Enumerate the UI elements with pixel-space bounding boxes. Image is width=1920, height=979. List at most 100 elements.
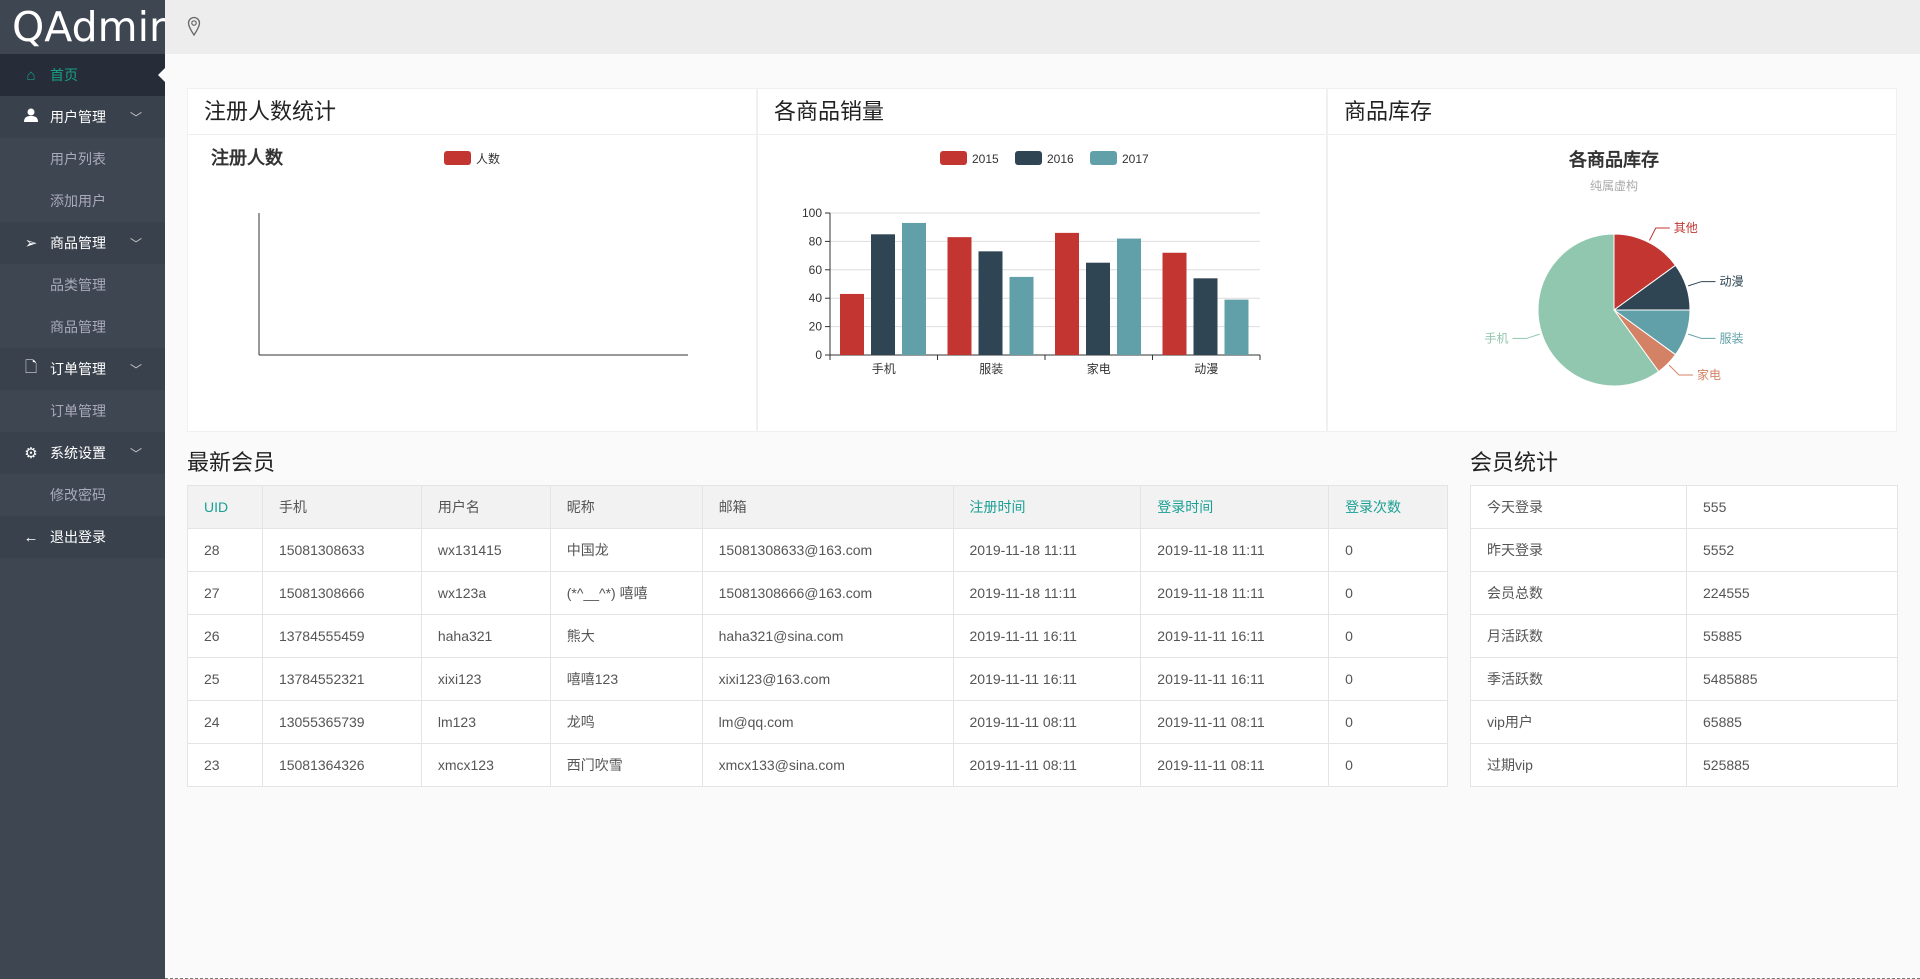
x-tick-label: 手机 [872,362,896,376]
chart-title: 注册人数 [211,147,284,168]
bar [1117,239,1141,355]
table-cell: 2019-11-11 08:11 [953,744,1141,787]
panel-title: 商品库存 [1328,89,1896,135]
stats-value: 5485885 [1687,658,1898,701]
stats-title: 会员统计 [1470,445,1558,477]
stats-label: vip用户 [1471,701,1687,744]
table-cell: 24 [188,701,263,744]
sidebar-item[interactable]: 添加用户 [0,180,165,222]
table-cell: xmcx123 [421,744,550,787]
table-cell: 13784552321 [262,658,421,701]
stats-label: 昨天登录 [1471,529,1687,572]
table-cell: 西门吹雪 [550,744,702,787]
legend-swatch [1015,151,1042,165]
table-cell: 中国龙 [550,529,702,572]
sidebar-item-label: 订单管理 [50,401,106,421]
table-cell: 26 [188,615,263,658]
sidebar-item-label: 商品管理 [50,233,106,253]
legend-swatch [1090,151,1117,165]
bar [1225,300,1249,355]
sidebar-item[interactable]: 品类管理 [0,264,165,306]
sidebar-item-label: 首页 [50,65,78,85]
pie-label: 家电 [1697,367,1721,382]
column-header[interactable]: UID [188,486,263,529]
stats-value: 65885 [1687,701,1898,744]
bar [840,294,864,355]
sidebar-item[interactable]: 用户管理 ﹀ [0,96,165,138]
table-cell: 15081308666@163.com [702,572,953,615]
table-cell: 2019-11-11 08:11 [1141,701,1329,744]
table-cell: 熊大 [550,615,702,658]
table-cell: 25 [188,658,263,701]
table-cell: 2019-11-18 11:11 [953,529,1141,572]
table-cell: lm123 [421,701,550,744]
stats-label: 季活跃数 [1471,658,1687,701]
stock-pie-chart: 各商品库存纯属虚构其他动漫服装家电手机 [1328,135,1898,433]
stock-panel: 商品库存 各商品库存纯属虚构其他动漫服装家电手机 [1327,88,1897,432]
table-row: 2513784552321xixi123嘻嘻123xixi123@163.com… [188,658,1448,701]
sidebar-item[interactable]: 商品管理 [0,306,165,348]
location-pin-icon[interactable] [187,16,201,36]
table-cell: 2019-11-11 08:11 [1141,744,1329,787]
table-cell: 28 [188,529,263,572]
table-cell: 2019-11-11 08:11 [953,701,1141,744]
stats-row: 今天登录555 [1471,486,1898,529]
table-cell: 2019-11-18 11:11 [1141,529,1329,572]
bar [902,223,926,355]
table-cell: haha321 [421,615,550,658]
legend-label: 2015 [972,152,999,166]
sidebar-item-label: 品类管理 [50,275,106,295]
pie-label: 手机 [1484,331,1508,345]
sidebar-item-label: 系统设置 [50,443,106,463]
column-header: 邮箱 [702,486,953,529]
sidebar-item[interactable]: 修改密码 [0,474,165,516]
file-icon: 🗋 [22,357,40,382]
table-cell: 27 [188,572,263,615]
sidebar-item[interactable]: 用户列表 [0,138,165,180]
column-header[interactable]: 注册时间 [953,486,1141,529]
chevron-down-icon[interactable]: ﹀ [130,361,142,378]
legend-swatch [444,151,471,165]
column-header[interactable]: 登录次数 [1329,486,1448,529]
column-header[interactable]: 登录时间 [1141,486,1329,529]
bar [1163,253,1187,355]
y-tick-label: 60 [809,263,823,277]
sidebar-item[interactable]: ⌂ 首页 [0,54,165,96]
table-cell: 15081308633 [262,529,421,572]
sales-panel: 各商品销量 201520162017020406080100手机服装家电动漫 [757,88,1327,432]
table-cell: 2019-11-18 11:11 [1141,572,1329,615]
sidebar-item[interactable]: ←退出登录 [0,516,165,558]
chevron-down-icon[interactable]: ﹀ [130,445,142,462]
table-cell: xixi123@163.com [702,658,953,701]
table-cell: 2019-11-11 16:11 [1141,658,1329,701]
sidebar-item-label: 添加用户 [50,191,106,211]
sidebar-item[interactable]: 订单管理 [0,390,165,432]
bar [948,237,972,355]
table-cell: 0 [1329,529,1448,572]
table-cell: 嘻嘻123 [550,658,702,701]
stats-label: 过期vip [1471,744,1687,787]
y-tick-label: 20 [809,320,823,334]
chevron-down-icon[interactable]: ﹀ [130,235,142,252]
sidebar-item[interactable]: 🗋订单管理﹀ [0,348,165,390]
label-line [1688,334,1715,338]
label-line [1649,228,1669,240]
label-line [1688,282,1715,286]
chevron-down-icon[interactable]: ﹀ [130,109,142,126]
sidebar-item[interactable]: ➢商品管理﹀ [0,222,165,264]
table-cell: 2019-11-11 16:11 [953,615,1141,658]
stats-value: 555 [1687,486,1898,529]
sales-bar-chart: 201520162017020406080100手机服装家电动漫 [758,135,1328,433]
y-tick-label: 0 [815,348,822,362]
table-cell: 13784555459 [262,615,421,658]
home-icon: ⌂ [22,67,40,84]
chart-subtitle: 纯属虚构 [1590,178,1638,193]
y-tick-label: 100 [802,206,822,220]
stats-value: 55885 [1687,615,1898,658]
stats-row: vip用户65885 [1471,701,1898,744]
sidebar-item[interactable]: ⚙系统设置﹀ [0,432,165,474]
sidebar-item-label: 修改密码 [50,485,106,505]
table-cell: 0 [1329,701,1448,744]
sidebar-item-label: 用户管理 [50,107,106,127]
stats-row: 月活跃数55885 [1471,615,1898,658]
